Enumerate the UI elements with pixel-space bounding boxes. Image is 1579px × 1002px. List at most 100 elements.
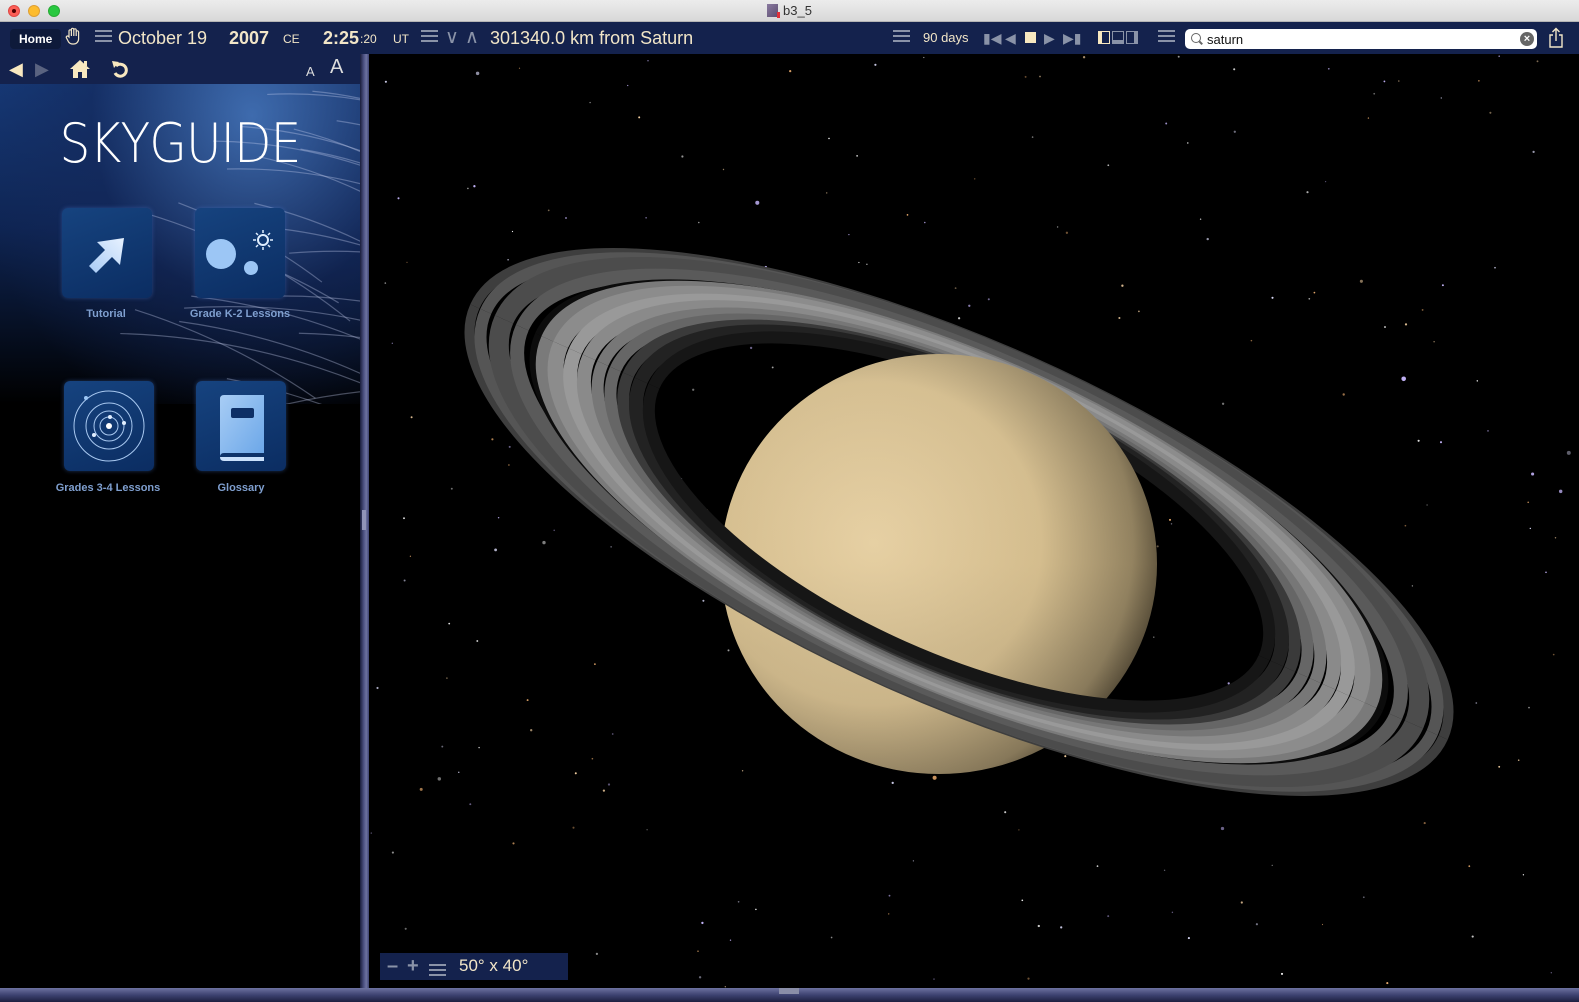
time-step-value[interactable]: 90 days (923, 22, 969, 54)
star (473, 185, 476, 188)
grades-3-4-lessons-tile[interactable] (64, 381, 154, 471)
sky-view[interactable] (369, 54, 1579, 988)
view-menu-button[interactable] (421, 22, 438, 54)
saturn[interactable] (403, 146, 1515, 899)
fov-menu-button[interactable] (429, 960, 446, 982)
zoom-out-button[interactable]: – (387, 955, 398, 977)
time-step-menu-button[interactable] (893, 22, 910, 54)
search-menu-button[interactable] (1158, 22, 1175, 54)
star (1475, 702, 1478, 704)
splitter-grip-handle[interactable] (362, 510, 366, 530)
star (1171, 911, 1174, 914)
book-icon (220, 395, 264, 461)
grade-k2-lessons-label[interactable]: Grade K-2 Lessons (165, 308, 315, 320)
star (1163, 869, 1166, 871)
star (1255, 923, 1258, 926)
star (1082, 56, 1086, 59)
hand-tool-button[interactable] (64, 22, 84, 54)
tutorial-label[interactable]: Tutorial (31, 308, 181, 320)
star (476, 640, 479, 642)
star (1527, 501, 1530, 504)
decrease-font-button[interactable]: A (306, 61, 315, 83)
zoom-in-button[interactable]: + (407, 955, 419, 977)
bottom-splitter[interactable] (0, 988, 1579, 1002)
star (572, 826, 575, 829)
star (1233, 68, 1236, 71)
star (1170, 523, 1173, 525)
glossary-label[interactable]: Glossary (166, 482, 316, 494)
star (1386, 982, 1389, 985)
star (1156, 545, 1159, 548)
skip-to-end-button[interactable]: ▶▮ (1063, 22, 1081, 54)
zoom-in-view-button[interactable]: ∧ (465, 22, 479, 54)
layout-right-panel-button[interactable] (1126, 31, 1138, 44)
star (698, 976, 702, 979)
star (1031, 136, 1034, 138)
star (507, 258, 509, 261)
date-display[interactable]: October 19 (118, 22, 207, 54)
share-button[interactable] (1548, 27, 1564, 49)
star (1423, 822, 1426, 825)
star (1476, 380, 1479, 382)
stop-icon (1025, 32, 1036, 43)
star (602, 789, 606, 792)
star (478, 746, 480, 749)
star (1359, 279, 1363, 283)
layout-bottom-panel-button[interactable] (1112, 31, 1124, 44)
reload-button[interactable] (110, 58, 130, 80)
time-display[interactable]: 2:25 (323, 22, 359, 54)
forward-button[interactable]: ▶ (35, 58, 49, 80)
search-field[interactable]: × (1185, 29, 1537, 49)
home-nav-button[interactable] (69, 59, 91, 81)
star (701, 921, 704, 925)
main-toolbar: Home October 19 2007 CE 2:25 :20 UT ∨ ∧ … (0, 22, 1579, 54)
star (475, 71, 480, 76)
star (681, 155, 684, 158)
year-display[interactable]: 2007 (229, 22, 269, 54)
clear-search-button[interactable]: × (1520, 32, 1534, 46)
stop-button[interactable] (1025, 22, 1036, 54)
close-icon: × (1523, 33, 1531, 45)
star (830, 936, 833, 939)
step-back-button[interactable]: ◀ (1005, 22, 1016, 54)
star (458, 771, 460, 773)
grade-k2-lessons-tile[interactable] (195, 208, 285, 298)
glossary-tile[interactable] (196, 381, 286, 471)
star (589, 101, 591, 104)
star-trail (250, 295, 360, 302)
skip-to-start-button[interactable]: ▮◀ (983, 22, 1001, 54)
sky-canvas[interactable] (369, 54, 1579, 988)
star (1168, 518, 1172, 521)
star (1439, 441, 1443, 444)
star (607, 783, 611, 786)
star (491, 438, 494, 441)
sidebar-splitter[interactable] (360, 54, 369, 988)
home-button[interactable]: Home (10, 29, 62, 49)
era-label[interactable]: CE (283, 23, 300, 55)
step-forward-button[interactable]: ▶ (1044, 22, 1055, 54)
star (741, 770, 744, 772)
layout-left-panel-button[interactable] (1098, 31, 1110, 44)
date-menu-button[interactable] (95, 22, 112, 54)
grades-3-4-lessons-label[interactable]: Grades 3-4 Lessons (33, 482, 183, 494)
zoom-out-view-button[interactable]: ∨ (445, 22, 459, 54)
star (1498, 55, 1500, 57)
back-arrow-icon: ◀ (9, 59, 23, 79)
tutorial-tile[interactable] (62, 208, 152, 298)
star (987, 298, 990, 301)
star (1233, 130, 1236, 133)
star (610, 546, 612, 548)
increase-font-button[interactable]: A (330, 56, 343, 78)
skip-back-icon: ▮◀ (983, 30, 1002, 46)
menu-icon (429, 964, 446, 977)
search-input[interactable] (1207, 30, 1507, 48)
star (874, 63, 877, 66)
star (1552, 653, 1555, 656)
bottom-grip-handle[interactable] (779, 988, 799, 994)
back-button[interactable]: ◀ (9, 58, 23, 80)
time-seconds[interactable]: :20 (360, 23, 377, 55)
minus-icon: – (387, 955, 399, 977)
star (888, 894, 891, 897)
star (1489, 111, 1492, 114)
star (1308, 297, 1311, 300)
